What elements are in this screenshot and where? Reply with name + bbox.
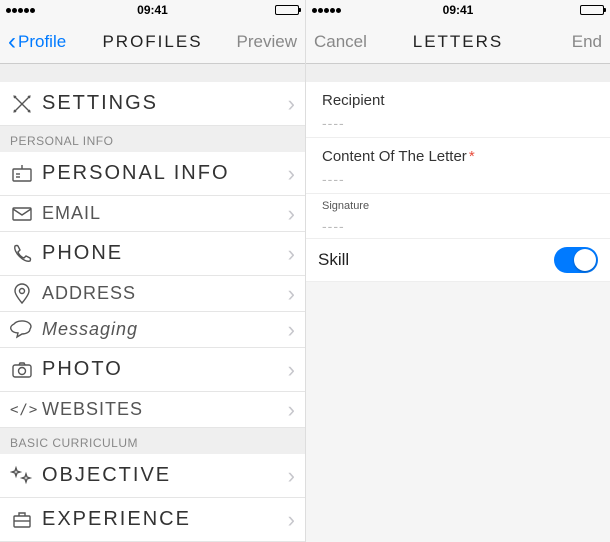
content-scroll[interactable]: Recipient ---- Content Of The Letter* --… (306, 64, 610, 542)
status-time: 09:41 (137, 3, 168, 17)
section-header-personal: PERSONAL INFO (0, 126, 305, 152)
chevron-right-icon: › (288, 317, 295, 343)
chevron-right-icon: › (288, 463, 295, 489)
row-settings[interactable]: SETTINGS › (0, 82, 305, 126)
row-label: SETTINGS (42, 92, 288, 115)
field-signature[interactable]: Signature ---- (306, 194, 610, 239)
row-label: PERSONAL INFO (42, 162, 288, 185)
email-icon (10, 202, 42, 226)
row-email[interactable]: EMAIL › (0, 196, 305, 232)
location-icon (10, 282, 42, 306)
signal-icon (6, 8, 35, 13)
row-phone[interactable]: PHONE › (0, 232, 305, 276)
row-objective[interactable]: OBJECTIVE › (0, 454, 305, 498)
row-label: OBJECTIVE (42, 464, 288, 487)
field-content[interactable]: Content Of The Letter* ---- (306, 138, 610, 194)
battery-icon (275, 5, 299, 15)
row-websites[interactable]: </> WEBSITES › (0, 392, 305, 428)
row-label: PHONE (42, 242, 288, 265)
required-icon: * (469, 148, 475, 165)
end-label: End (572, 32, 602, 52)
nav-bar: Cancel LETTERS End (306, 20, 610, 64)
chat-icon (10, 318, 42, 342)
chevron-right-icon: › (288, 357, 295, 383)
field-label: Content Of The Letter* (322, 148, 594, 165)
battery-icon (580, 5, 604, 15)
settings-icon (10, 92, 42, 116)
row-label: PHOTO (42, 358, 288, 381)
field-value: ---- (322, 218, 594, 234)
pane-letters: 09:41 Cancel LETTERS End Recipient ---- … (305, 0, 610, 542)
chevron-right-icon: › (288, 507, 295, 533)
stars-icon (10, 464, 42, 488)
row-skill: Skill (306, 239, 610, 282)
cancel-label: Cancel (314, 32, 367, 52)
nav-title: LETTERS (413, 32, 504, 52)
row-label: EXPERIENCE (42, 508, 288, 531)
briefcase-icon (10, 508, 42, 532)
chevron-right-icon: › (288, 91, 295, 117)
row-address[interactable]: ADDRESS › (0, 276, 305, 312)
pane-profiles: 09:41 ‹ Profile PROFILES Preview SETTING… (0, 0, 305, 542)
chevron-left-icon: ‹ (8, 30, 16, 54)
status-bar: 09:41 (306, 0, 610, 20)
chevron-right-icon: › (288, 397, 295, 423)
back-button[interactable]: ‹ Profile (8, 30, 68, 54)
chevron-right-icon: › (288, 161, 295, 187)
back-label: Profile (18, 32, 66, 52)
field-value: ---- (322, 115, 594, 131)
nav-bar: ‹ Profile PROFILES Preview (0, 20, 305, 64)
signal-icon (312, 8, 341, 13)
field-recipient[interactable]: Recipient ---- (306, 82, 610, 138)
blank-area (306, 282, 610, 542)
id-card-icon (10, 162, 42, 186)
field-value: ---- (322, 171, 594, 187)
phone-icon (10, 242, 42, 266)
row-label: ADDRESS (42, 283, 288, 304)
end-button[interactable]: End (542, 32, 602, 52)
content-scroll[interactable]: SETTINGS › PERSONAL INFO PERSONAL INFO ›… (0, 64, 305, 542)
preview-button[interactable]: Preview (237, 32, 297, 52)
row-label: Messaging (42, 319, 288, 340)
row-personal-info[interactable]: PERSONAL INFO › (0, 152, 305, 196)
row-label: EMAIL (42, 203, 288, 224)
camera-icon (10, 358, 42, 382)
status-bar: 09:41 (0, 0, 305, 20)
row-label: WEBSITES (42, 399, 288, 420)
chevron-right-icon: › (288, 241, 295, 267)
row-photo[interactable]: PHOTO › (0, 348, 305, 392)
skill-toggle[interactable] (554, 247, 598, 273)
toggle-label: Skill (318, 250, 349, 270)
status-time: 09:41 (443, 3, 474, 17)
field-label: Recipient (322, 92, 594, 109)
chevron-right-icon: › (288, 281, 295, 307)
cancel-button[interactable]: Cancel (314, 32, 374, 52)
section-header-curriculum: BASIC CURRICULUM (0, 428, 305, 454)
field-label: Signature (322, 200, 594, 212)
code-icon: </> (10, 402, 42, 418)
row-experience[interactable]: EXPERIENCE › (0, 498, 305, 542)
row-messaging[interactable]: Messaging › (0, 312, 305, 348)
nav-title: PROFILES (102, 32, 202, 52)
chevron-right-icon: › (288, 201, 295, 227)
